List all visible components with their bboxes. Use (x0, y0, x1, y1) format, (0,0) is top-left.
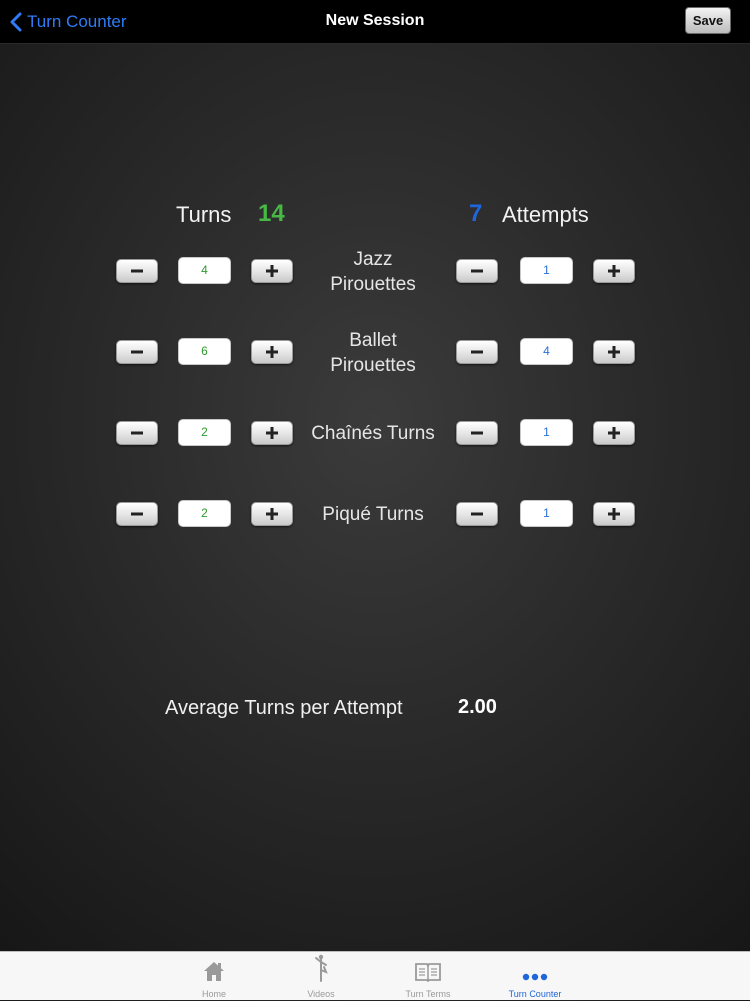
row-label-line2: Pirouettes (330, 274, 416, 295)
attempts-increment-button[interactable] (593, 259, 635, 283)
more-dots-icon (522, 973, 548, 981)
minus-icon (131, 431, 143, 435)
row-label-line1: Jazz (353, 249, 393, 270)
tab-home[interactable]: Home (169, 952, 259, 1001)
row-label: Jazz Pirouettes (300, 247, 446, 297)
row-label-line2: Pirouettes (330, 355, 416, 376)
attempts-decrement-button[interactable] (456, 502, 498, 526)
minus-icon (131, 512, 143, 516)
save-button[interactable]: Save (685, 7, 731, 34)
plus-icon (266, 346, 278, 358)
row-label: Chaînés Turns (300, 421, 446, 446)
turns-total: 14 (258, 200, 285, 227)
book-icon (415, 963, 441, 982)
tab-home-label: Home (201, 989, 226, 999)
attempts-total: 7 (469, 200, 483, 227)
attempts-increment-button[interactable] (593, 421, 635, 445)
tab-videos[interactable]: Videos (276, 952, 366, 1001)
plus-icon (608, 265, 620, 277)
attempts-count-field[interactable]: 4 (520, 338, 573, 365)
turns-decrement-button[interactable] (116, 259, 158, 283)
attempts-count-field[interactable]: 1 (520, 500, 573, 527)
turns-count-field[interactable]: 2 (178, 419, 231, 446)
tab-videos-label: Videos (307, 989, 335, 999)
attempts-decrement-button[interactable] (456, 259, 498, 283)
attempts-increment-button[interactable] (593, 340, 635, 364)
plus-icon (608, 346, 620, 358)
turn-row-ballet-pirouettes: 6 Ballet Pirouettes 4 (0, 327, 750, 387)
turns-decrement-button[interactable] (116, 340, 158, 364)
turns-count-field[interactable]: 4 (178, 257, 231, 284)
tab-turn-terms-label: Turn Terms (405, 989, 451, 999)
plus-icon (608, 427, 620, 439)
plus-icon (266, 427, 278, 439)
dancer-icon (315, 954, 328, 982)
minus-icon (471, 269, 483, 273)
attempts-increment-button[interactable] (593, 502, 635, 526)
row-label-line1: Piqué Turns (322, 504, 424, 525)
row-label: Ballet Pirouettes (300, 328, 446, 378)
tab-bar: Home Videos Turn Terms Turn Counter (0, 951, 750, 1000)
row-label: Piqué Turns (300, 502, 446, 527)
plus-icon (266, 265, 278, 277)
navigation-bar: Turn Counter New Session Save (0, 0, 750, 44)
minus-icon (471, 512, 483, 516)
turns-count-field[interactable]: 6 (178, 338, 231, 365)
turn-row-pique-turns: 2 Piqué Turns 1 (0, 489, 750, 549)
attempts-decrement-button[interactable] (456, 340, 498, 364)
turns-increment-button[interactable] (251, 502, 293, 526)
row-label-line1: Ballet (349, 330, 397, 351)
attempts-count-field[interactable]: 1 (520, 257, 573, 284)
attempts-decrement-button[interactable] (456, 421, 498, 445)
tab-turn-counter[interactable]: Turn Counter (490, 952, 580, 1001)
turns-label: Turns (176, 202, 232, 227)
average-value: 2.00 (458, 696, 497, 718)
attempts-count-field[interactable]: 1 (520, 419, 573, 446)
minus-icon (471, 350, 483, 354)
minus-icon (471, 431, 483, 435)
turn-row-chaines-turns: 2 Chaînés Turns 1 (0, 408, 750, 468)
turns-increment-button[interactable] (251, 259, 293, 283)
turns-count-field[interactable]: 2 (178, 500, 231, 527)
plus-icon (608, 508, 620, 520)
turns-increment-button[interactable] (251, 340, 293, 364)
plus-icon (266, 508, 278, 520)
turns-increment-button[interactable] (251, 421, 293, 445)
page-title: New Session (325, 12, 425, 29)
minus-icon (131, 350, 143, 354)
home-icon (204, 962, 224, 981)
average-label: Average Turns per Attempt (165, 697, 403, 719)
attempts-label: Attempts (502, 202, 589, 227)
tab-turn-counter-label: Turn Counter (508, 989, 562, 999)
turns-decrement-button[interactable] (116, 421, 158, 445)
row-label-line1: Chaînés Turns (311, 423, 435, 444)
turn-row-jazz-pirouettes: 4 Jazz Pirouettes 1 (0, 246, 750, 306)
minus-icon (131, 269, 143, 273)
tab-turn-terms[interactable]: Turn Terms (383, 952, 473, 1001)
turns-decrement-button[interactable] (116, 502, 158, 526)
